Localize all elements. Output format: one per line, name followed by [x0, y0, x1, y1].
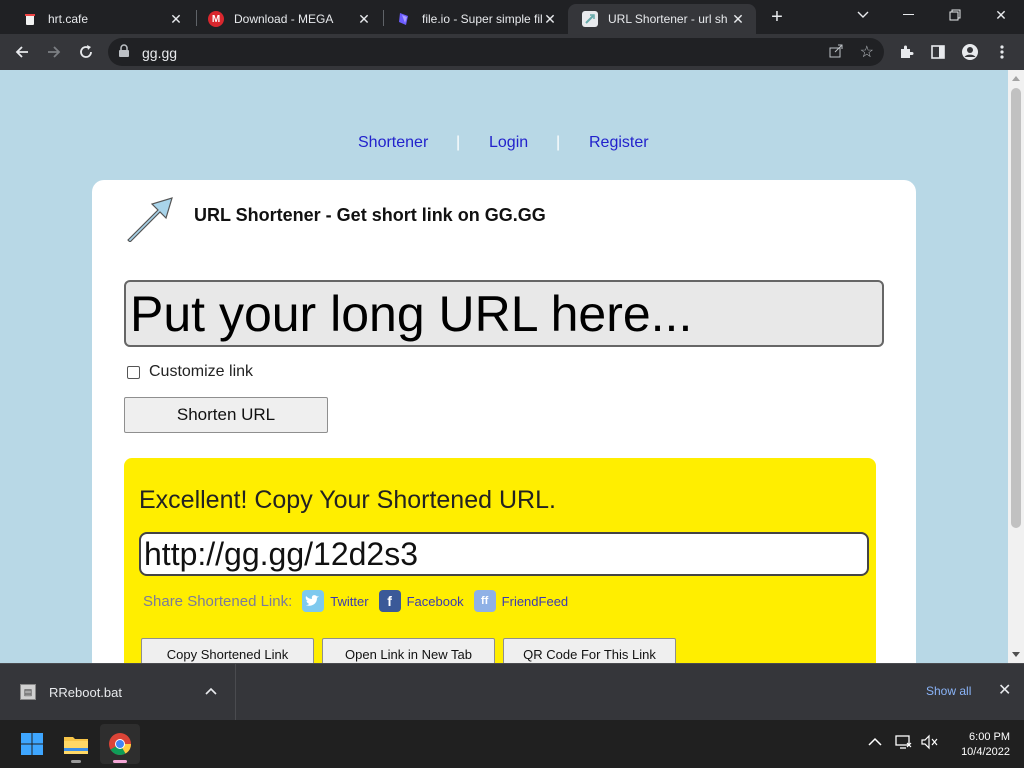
nav-link-register[interactable]: Register: [589, 134, 649, 152]
batch-file-icon: ▤: [20, 684, 36, 700]
gg-favicon: [582, 11, 598, 27]
new-tab-icon[interactable]: +: [766, 6, 788, 28]
system-clock[interactable]: 6:00 PM 10/4/2022: [946, 730, 1010, 760]
minimize-icon[interactable]: [886, 0, 932, 30]
clock-date: 10/4/2022: [961, 746, 1010, 758]
lock-icon[interactable]: [118, 44, 134, 60]
share-icon[interactable]: [828, 43, 844, 62]
page-viewport: Shortener | Login | Register URL Shorten…: [0, 70, 1008, 663]
profile-icon[interactable]: [958, 40, 982, 64]
download-item[interactable]: ▤ RReboot.bat: [0, 664, 236, 720]
nav-link-login[interactable]: Login: [489, 134, 528, 152]
tab-title: hrt.cafe: [48, 12, 89, 26]
show-all-link[interactable]: Show all: [926, 684, 971, 698]
tab-fileio[interactable]: file.io - Super simple fil ✕: [382, 4, 568, 34]
active-indicator: [113, 760, 127, 763]
nav-separator: |: [456, 134, 461, 151]
qr-code-button[interactable]: QR Code For This Link: [503, 638, 676, 663]
address-bar[interactable]: gg.gg ☆: [108, 38, 884, 66]
restore-icon[interactable]: [932, 0, 978, 30]
close-icon[interactable]: ✕: [168, 11, 184, 28]
twitter-icon[interactable]: [302, 590, 325, 612]
share-facebook-link[interactable]: Facebook: [407, 594, 464, 609]
window-close-icon[interactable]: ✕: [978, 0, 1024, 30]
back-icon[interactable]: [10, 40, 34, 64]
download-filename: RReboot.bat: [49, 684, 122, 700]
browser-toolbar: gg.gg ☆: [0, 34, 1024, 70]
tab-search-chevron-icon[interactable]: [840, 0, 886, 30]
tab-mega[interactable]: M Download - MEGA ✕: [194, 4, 382, 34]
close-download-bar-icon[interactable]: ✕: [998, 680, 1011, 700]
download-bar: ▤ RReboot.bat Show all ✕: [0, 663, 1024, 720]
fileio-favicon: [396, 11, 412, 27]
volume-muted-icon[interactable]: [920, 734, 938, 753]
tab-url-shortener[interactable]: URL Shortener - url sh ✕: [568, 4, 756, 34]
tab-hrt-cafe[interactable]: hrt.cafe ✕: [8, 4, 194, 34]
customize-link-row[interactable]: Customize link: [127, 363, 253, 381]
success-message: Excellent! Copy Your Shortened URL.: [139, 486, 556, 514]
shorten-url-button[interactable]: Shorten URL: [124, 397, 328, 433]
open-new-tab-button[interactable]: Open Link in New Tab: [322, 638, 495, 663]
reload-icon[interactable]: [74, 40, 98, 64]
windows-start-icon[interactable]: [12, 724, 52, 764]
shortened-url-field[interactable]: http://gg.gg/12d2s3: [139, 532, 869, 576]
customize-link-checkbox[interactable]: [127, 365, 140, 379]
nav-separator: |: [556, 134, 561, 151]
chevron-up-tray-icon[interactable]: [868, 734, 882, 750]
address-text[interactable]: gg.gg: [142, 45, 177, 61]
facebook-icon[interactable]: f: [378, 590, 401, 612]
file-explorer-icon[interactable]: [56, 724, 96, 764]
share-friendfeed-link[interactable]: FriendFeed: [502, 594, 568, 609]
hrt-cafe-favicon: [22, 11, 38, 27]
close-icon[interactable]: ✕: [542, 11, 558, 28]
shortener-card: URL Shortener - Get short link on GG.GG …: [92, 180, 916, 663]
page-title: URL Shortener - Get short link on GG.GG: [194, 205, 546, 225]
tab-title: URL Shortener - url sh: [608, 12, 728, 26]
top-nav: Shortener | Login | Register: [0, 134, 1008, 156]
customize-link-label: Customize link: [149, 363, 254, 380]
bookmark-star-icon[interactable]: ☆: [860, 42, 874, 62]
close-icon[interactable]: ✕: [356, 11, 372, 28]
taskbar: 6:00 PM 10/4/2022: [0, 720, 1024, 768]
share-twitter-link[interactable]: Twitter: [330, 594, 368, 609]
chevron-up-icon[interactable]: [205, 684, 217, 698]
arrow-logo-icon: [127, 197, 173, 242]
menu-kebab-icon[interactable]: [990, 40, 1014, 64]
result-panel: Excellent! Copy Your Shortened URL. http…: [124, 458, 876, 663]
friendfeed-icon[interactable]: ff: [473, 590, 496, 612]
tab-title: file.io - Super simple fil: [422, 12, 542, 26]
running-indicator: [71, 760, 81, 763]
extensions-icon[interactable]: [894, 40, 918, 64]
network-icon[interactable]: [894, 734, 912, 753]
clock-time: 6:00 PM: [969, 731, 1010, 743]
close-icon[interactable]: ✕: [730, 11, 746, 28]
vertical-scrollbar[interactable]: [1008, 70, 1024, 663]
mega-favicon: M: [208, 11, 224, 27]
long-url-input[interactable]: [124, 280, 884, 347]
chrome-taskbar-icon[interactable]: [100, 724, 140, 764]
nav-link-shortener[interactable]: Shortener: [358, 134, 428, 152]
scroll-down-arrow-icon[interactable]: [1012, 652, 1020, 657]
tab-strip: hrt.cafe ✕ M Download - MEGA ✕ file.io -…: [0, 0, 1024, 34]
side-panel-icon[interactable]: [926, 40, 950, 64]
scrollbar-thumb[interactable]: [1011, 88, 1021, 528]
forward-icon[interactable]: [42, 40, 66, 64]
scroll-up-arrow-icon[interactable]: [1012, 76, 1020, 81]
share-label: Share Shortened Link:: [143, 592, 293, 610]
copy-link-button[interactable]: Copy Shortened Link: [141, 638, 314, 663]
tab-title: Download - MEGA: [234, 12, 334, 26]
share-row: Share Shortened Link: Twitter f Facebook…: [143, 590, 578, 612]
